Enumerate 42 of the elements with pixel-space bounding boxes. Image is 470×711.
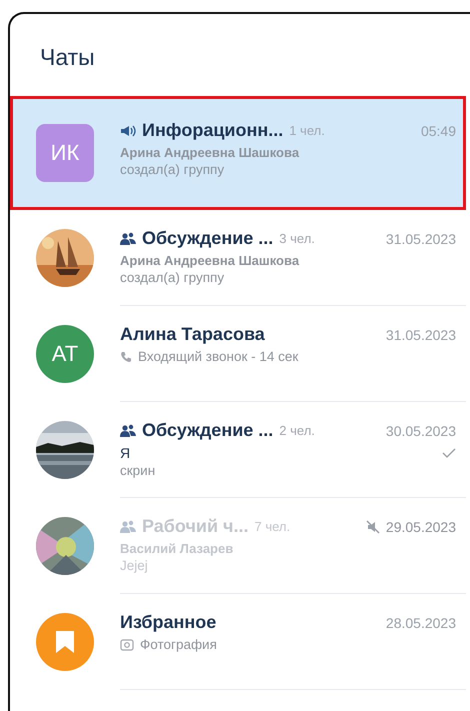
chat-name: Инфорационн... bbox=[142, 120, 284, 141]
message-preview: создал(а) группу bbox=[120, 270, 224, 285]
member-count: 2 чел. bbox=[279, 423, 315, 438]
group-icon bbox=[120, 232, 136, 245]
chat-time: 30.05.2023 bbox=[386, 422, 456, 438]
chat-name: Рабочий ч... bbox=[142, 516, 248, 537]
message-preview: скрин bbox=[120, 463, 156, 478]
group-icon bbox=[120, 520, 136, 533]
group-icon bbox=[120, 424, 136, 437]
chat-time: 31.05.2023 bbox=[386, 230, 456, 246]
chat-item[interactable]: ИК Инфорационн... 1 чел. 05:49 Арина Андреевна Шашкова создал(а) группу bbox=[10, 96, 466, 210]
chat-time: 05:49 bbox=[420, 122, 456, 138]
avatar: АТ bbox=[36, 325, 94, 383]
bookmark-icon bbox=[54, 630, 76, 654]
sender-name: Василий Лазарев bbox=[120, 541, 234, 556]
message-preview: Входящий звонок - 14 сек bbox=[138, 349, 298, 364]
photo-icon bbox=[120, 638, 134, 651]
chat-time: 28.05.2023 bbox=[386, 614, 456, 630]
chat-name: Обсуждение ... bbox=[142, 228, 274, 249]
chat-item[interactable]: АТ Алина Тарасова 31.05.2023 Входящий звонок - 14 сек bbox=[10, 306, 466, 402]
megaphone-icon bbox=[120, 124, 136, 136]
muted-speaker-icon bbox=[366, 520, 380, 534]
chat-time: 29.05.2023 bbox=[386, 518, 456, 534]
chat-time: 31.05.2023 bbox=[386, 326, 456, 342]
chat-name: Обсуждение ... bbox=[142, 420, 274, 441]
chat-item[interactable]: Обсуждение ... 3 чел. 31.05.2023 Арина Андреевна Шашкова создал(а) группу bbox=[10, 210, 466, 306]
chat-name: Избранное bbox=[120, 612, 216, 633]
message-preview: Jejej bbox=[120, 558, 148, 573]
member-count: 7 чел. bbox=[254, 519, 290, 534]
avatar: ИК bbox=[36, 124, 94, 182]
chat-name: Алина Тарасова bbox=[120, 324, 265, 345]
member-count: 1 чел. bbox=[289, 123, 325, 138]
member-count: 3 чел. bbox=[279, 231, 315, 246]
sender-name: Я bbox=[120, 445, 130, 461]
chat-item[interactable]: Обсуждение ... 2 чел. 30.05.2023 Я скрин bbox=[10, 402, 466, 498]
phone-icon bbox=[120, 350, 132, 362]
message-preview: создал(а) группу bbox=[120, 162, 224, 177]
page-title: Чаты bbox=[39, 43, 96, 72]
sender-name: Арина Андреевна Шашкова bbox=[120, 253, 300, 268]
chat-item[interactable]: Избранное 28.05.2023 Фотография bbox=[10, 594, 466, 690]
sender-name: Арина Андреевна Шашкова bbox=[120, 145, 300, 160]
message-preview: Фотография bbox=[140, 637, 217, 652]
